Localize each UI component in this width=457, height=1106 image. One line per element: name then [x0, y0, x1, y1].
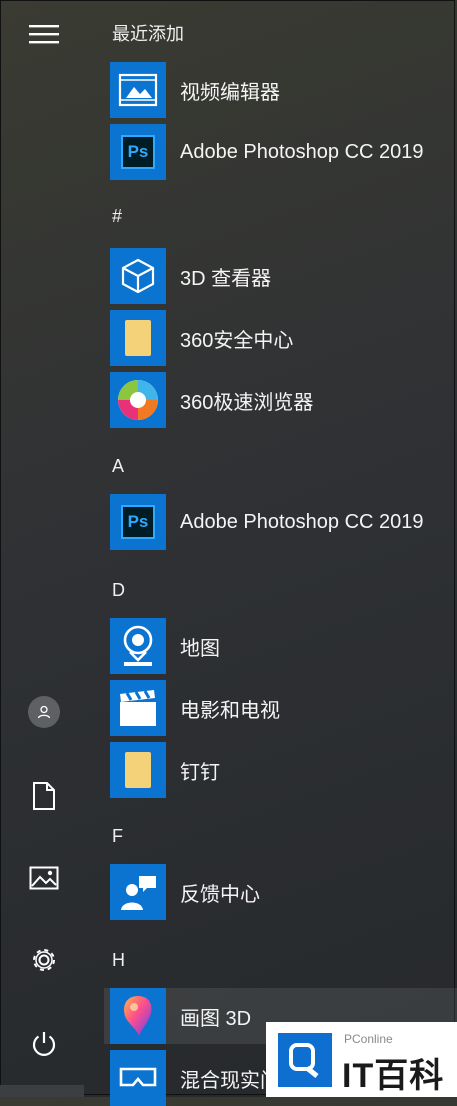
power-icon [32, 1032, 56, 1056]
paint-3d-icon [124, 996, 152, 1036]
app-item-feedback-hub[interactable]: 反馈中心 [110, 864, 457, 920]
photoshop-icon: Ps [121, 505, 155, 539]
app-item-photoshop-recent[interactable]: Ps Adobe Photoshop CC 2019 [110, 124, 457, 180]
group-header-f[interactable]: F [112, 826, 123, 846]
360-browser-icon [118, 380, 158, 420]
film-image-icon [118, 73, 158, 107]
app-label: 画图 3D [180, 1007, 252, 1030]
app-item-movies-tv[interactable]: 电影和电视 [110, 680, 457, 736]
magnifier-icon [289, 1042, 319, 1078]
recent-header: 最近添加 [112, 24, 184, 44]
app-label: 地图 [180, 637, 220, 660]
start-rail [0, 0, 88, 1097]
paint-3d-tile [110, 988, 166, 1044]
expand-menu-button[interactable] [18, 8, 70, 60]
app-label: 360安全中心 [180, 329, 294, 352]
app-label: 钉钉 [180, 761, 220, 784]
watermark-logo-icon [278, 1032, 332, 1087]
feedback-hub-tile [110, 864, 166, 920]
pconline-watermark: PConline IT百科 [266, 1022, 457, 1097]
clapperboard-icon [120, 690, 156, 726]
documents-button[interactable] [18, 770, 70, 822]
user-icon [37, 705, 51, 719]
documents-icon [33, 782, 55, 810]
app-label: Adobe Photoshop CC 2019 [180, 510, 424, 533]
app-label: 3D 查看器 [180, 267, 272, 290]
app-label: 电影和电视 [180, 699, 280, 722]
app-item-video-editor[interactable]: 视频编辑器 [110, 62, 457, 118]
app-item-3d-viewer[interactable]: 3D 查看器 [110, 248, 457, 304]
dingtalk-tile [110, 742, 166, 798]
photoshop-tile: Ps [110, 124, 166, 180]
pictures-button[interactable] [18, 852, 70, 904]
3d-viewer-tile [110, 248, 166, 304]
folder-icon [125, 752, 151, 788]
watermark-brand: PConline [344, 1031, 393, 1046]
movies-tv-tile [110, 680, 166, 736]
power-button[interactable] [18, 1018, 70, 1070]
group-header-h[interactable]: H [112, 950, 125, 970]
video-editor-tile [110, 62, 166, 118]
map-pin-icon [123, 625, 153, 666]
app-label: 视频编辑器 [180, 81, 280, 104]
settings-icon [33, 949, 55, 971]
watermark-text: PConline IT百科 [342, 1030, 452, 1095]
pictures-icon [29, 866, 59, 890]
vr-headset-icon [119, 1067, 157, 1087]
app-item-maps[interactable]: 地图 [110, 618, 457, 674]
app-label: Adobe Photoshop CC 2019 [180, 140, 424, 163]
photoshop-icon: Ps [121, 135, 155, 169]
maps-tile [110, 618, 166, 674]
settings-button[interactable] [18, 934, 70, 986]
mixed-reality-tile [110, 1050, 166, 1106]
360-browser-tile [110, 372, 166, 428]
menu-icon [29, 25, 59, 44]
group-header-a[interactable]: A [112, 456, 124, 476]
photoshop-tile: Ps [110, 494, 166, 550]
app-item-360-browser[interactable]: 360极速浏览器 [110, 372, 457, 428]
app-list: 最近添加 视频编辑器 Ps Adobe Photoshop CC 2019 # … [88, 0, 457, 1106]
app-label: 反馈中心 [180, 883, 260, 906]
group-header-d[interactable]: D [112, 580, 125, 600]
watermark-title: IT百科 [342, 1056, 445, 1095]
app-label: 360极速浏览器 [180, 391, 314, 414]
account-button[interactable] [18, 686, 70, 738]
group-header-hash[interactable]: # [112, 206, 122, 226]
app-item-dingtalk[interactable]: 钉钉 [110, 742, 457, 798]
avatar [28, 696, 60, 728]
rail-bottom-strip [0, 1085, 84, 1097]
feedback-person-icon [121, 876, 156, 910]
app-item-photoshop[interactable]: Ps Adobe Photoshop CC 2019 [110, 494, 457, 550]
folder-icon [125, 320, 151, 356]
cube-icon [121, 258, 155, 294]
360-safe-tile [110, 310, 166, 366]
app-item-360-safe[interactable]: 360安全中心 [110, 310, 457, 366]
